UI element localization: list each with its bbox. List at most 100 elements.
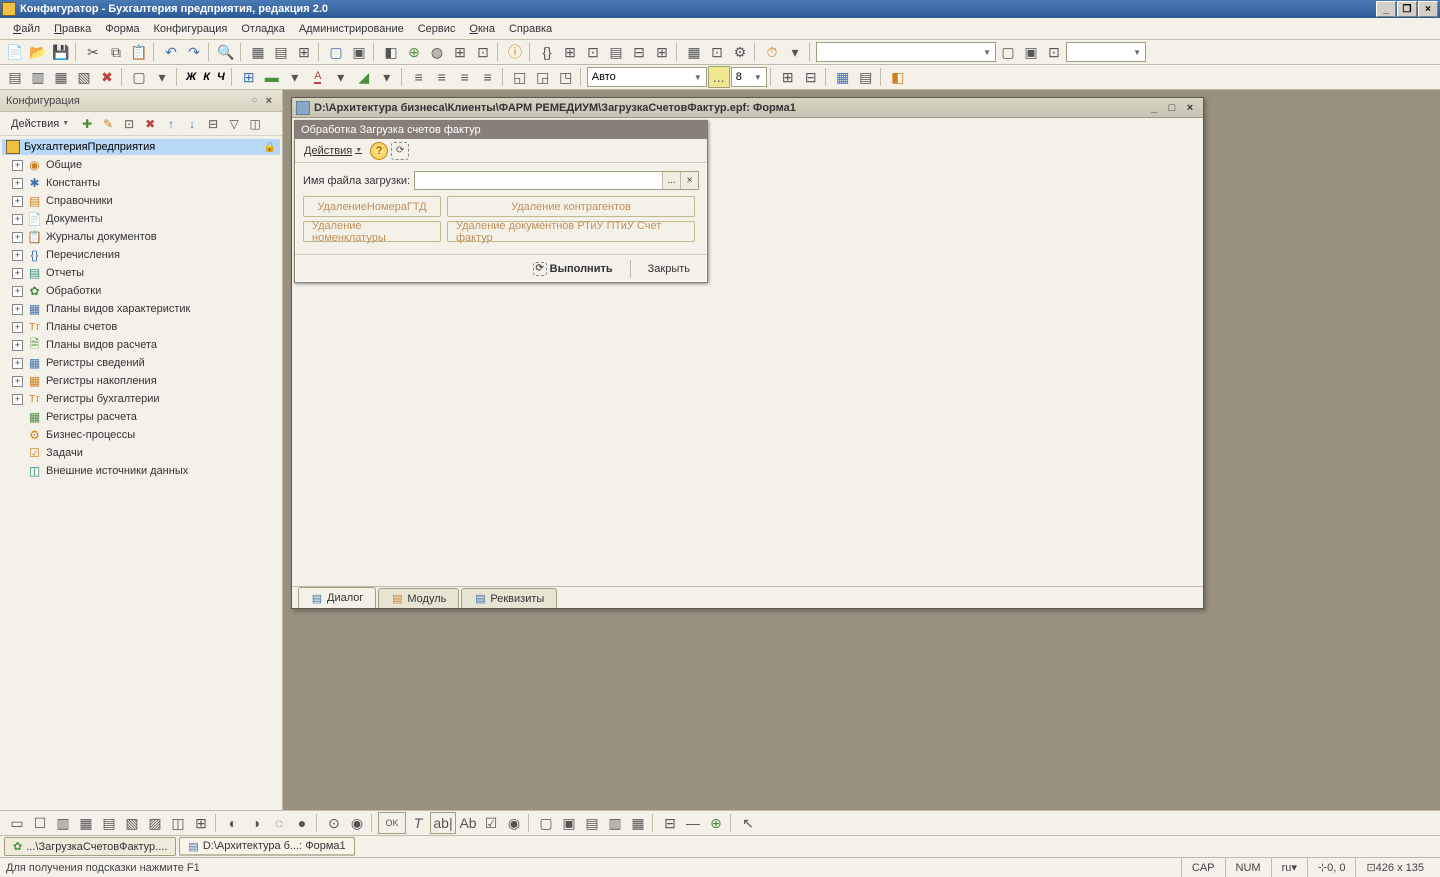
- tb-btn-13[interactable]: ⊡: [582, 41, 604, 63]
- tree-item-info-regs[interactable]: +▦Регистры сведений: [2, 354, 280, 372]
- paste-icon[interactable]: 📋: [128, 41, 150, 63]
- tb-btn-14[interactable]: ▤: [605, 41, 627, 63]
- tree-item-accum-regs[interactable]: +▦Регистры накопления: [2, 372, 280, 390]
- font-btn[interactable]: ...: [708, 66, 730, 88]
- form-max-button[interactable]: □: [1163, 100, 1181, 116]
- fe-18[interactable]: ▤: [581, 812, 603, 834]
- help-icon[interactable]: ⓘ: [504, 41, 526, 63]
- tb-btn-17[interactable]: ▦: [683, 41, 705, 63]
- fe-4[interactable]: ▦: [75, 812, 97, 834]
- tree-item-business-proc[interactable]: ⚙Бизнес-процессы: [2, 426, 280, 444]
- delete-contractors-button[interactable]: Удаление контрагентов: [447, 196, 695, 217]
- cut-icon[interactable]: ✂: [82, 41, 104, 63]
- fe-17[interactable]: ▣: [558, 812, 580, 834]
- tree-item-external-data[interactable]: ◫Внешние источники данных: [2, 462, 280, 480]
- tree-item-reports[interactable]: +▤Отчеты: [2, 264, 280, 282]
- fe-21[interactable]: ⊟: [659, 812, 681, 834]
- fe-10[interactable]: ◐: [222, 812, 244, 834]
- tb-combo-2[interactable]: ▼: [1066, 42, 1146, 62]
- filter-icon[interactable]: ▽: [224, 114, 244, 134]
- menu-file[interactable]: Файл: [6, 21, 47, 37]
- tb-btn-15[interactable]: ⊟: [628, 41, 650, 63]
- fe-label[interactable]: Ab: [457, 812, 479, 834]
- tree-item-calc-regs[interactable]: ▦Регистры расчета: [2, 408, 280, 426]
- copy-icon[interactable]: ⧉: [105, 41, 127, 63]
- menu-config[interactable]: Конфигурация: [147, 21, 235, 37]
- tree-item-processors[interactable]: +✿Обработки: [2, 282, 280, 300]
- tb-btn-22[interactable]: ▢: [997, 41, 1019, 63]
- fe-radio[interactable]: ◉: [503, 812, 525, 834]
- tab-props[interactable]: ▤Реквизиты: [461, 588, 557, 608]
- form-min-button[interactable]: _: [1145, 100, 1163, 116]
- panel-close-icon[interactable]: ×: [262, 95, 276, 107]
- task-item-1[interactable]: ✿...\ЗагрузкаСчетовФактур....: [4, 837, 176, 856]
- find-icon[interactable]: 🔍: [215, 41, 237, 63]
- form-help-icon[interactable]: ?: [370, 142, 388, 160]
- tb-btn-3[interactable]: ⊞: [293, 41, 315, 63]
- close-button[interactable]: Закрыть: [637, 258, 701, 279]
- tb-btn-2[interactable]: ▤: [270, 41, 292, 63]
- fill-color-icon[interactable]: ◢: [353, 66, 375, 88]
- fe-8[interactable]: ◫: [167, 812, 189, 834]
- file-clear-button[interactable]: ×: [680, 172, 698, 189]
- calc-icon[interactable]: ⊟: [800, 66, 822, 88]
- underline-icon[interactable]: Ч: [217, 71, 225, 83]
- menu-help[interactable]: Справка: [502, 21, 559, 37]
- tree-item-enums[interactable]: +{}Перечисления: [2, 246, 280, 264]
- fe-23[interactable]: ⊕: [705, 812, 727, 834]
- tb-btn-1[interactable]: ▦: [247, 41, 269, 63]
- tb-combo-1[interactable]: ▼: [816, 42, 996, 62]
- tree-item-char-plans[interactable]: +▦Планы видов характеристик: [2, 300, 280, 318]
- tb-btn-5[interactable]: ▣: [348, 41, 370, 63]
- fmt-dropdown[interactable]: ▾: [151, 66, 173, 88]
- fmt-3[interactable]: ▦: [50, 66, 72, 88]
- up-icon[interactable]: ↑: [161, 114, 181, 134]
- menu-service[interactable]: Сервис: [411, 21, 463, 37]
- fe-12[interactable]: ◌: [268, 812, 290, 834]
- open-icon[interactable]: 📂: [27, 41, 49, 63]
- fe-13[interactable]: ●: [291, 812, 313, 834]
- tb-btn-9[interactable]: ⊞: [449, 41, 471, 63]
- fe-19[interactable]: ▥: [604, 812, 626, 834]
- italic-icon[interactable]: К: [203, 71, 210, 83]
- fmt-12[interactable]: ▦: [832, 66, 854, 88]
- fe-9[interactable]: ⊞: [190, 812, 212, 834]
- minimize-button[interactable]: _: [1376, 1, 1396, 17]
- fmt-10[interactable]: ◳: [555, 66, 577, 88]
- fe-11[interactable]: ◑: [245, 812, 267, 834]
- menu-windows[interactable]: Окна: [462, 21, 502, 37]
- tree-item-documents[interactable]: +📄Документы: [2, 210, 280, 228]
- tb-btn-16[interactable]: ⊞: [651, 41, 673, 63]
- tree-item-common[interactable]: +◉Общие: [2, 156, 280, 174]
- fmt-6[interactable]: ▢: [128, 66, 150, 88]
- fe-7[interactable]: ▨: [144, 812, 166, 834]
- bold-icon[interactable]: Ж: [186, 71, 196, 83]
- menu-debug[interactable]: Отладка: [234, 21, 291, 37]
- menu-form[interactable]: Форма: [98, 21, 146, 37]
- fe-14[interactable]: ⊙: [323, 812, 345, 834]
- form-execute-icon[interactable]: ⟳: [391, 142, 409, 160]
- tree-root[interactable]: БухгалтерияПредприятия 🔒: [2, 139, 280, 155]
- form-actions-button[interactable]: Действия▼: [299, 142, 367, 160]
- tree-item-catalogs[interactable]: +▤Справочники: [2, 192, 280, 210]
- sort-icon[interactable]: ⊟: [203, 114, 223, 134]
- fmt-2[interactable]: ▥: [27, 66, 49, 88]
- tree-item-account-plans[interactable]: +ТтПланы счетов: [2, 318, 280, 336]
- fmt-14[interactable]: ◧: [887, 66, 909, 88]
- tb-btn-12[interactable]: ⊞: [559, 41, 581, 63]
- menu-edit[interactable]: Правка: [47, 21, 98, 37]
- execute-button[interactable]: ⟳ Выполнить: [522, 258, 624, 279]
- menu-admin[interactable]: Администрирование: [292, 21, 411, 37]
- fmt-11[interactable]: ⊞: [777, 66, 799, 88]
- fmt-8[interactable]: ◱: [509, 66, 531, 88]
- tb-btn-24[interactable]: ⊡: [1043, 41, 1065, 63]
- undo-icon[interactable]: ↶: [160, 41, 182, 63]
- fe-select[interactable]: ↖: [737, 812, 759, 834]
- delete-documents-button[interactable]: Удаление документнов РТиУ ПТиУ Счет факт…: [447, 221, 695, 242]
- tab-dialog[interactable]: ▤Диалог: [298, 587, 376, 608]
- file-input[interactable]: [415, 172, 662, 189]
- tree-item-journals[interactable]: +📋Журналы документов: [2, 228, 280, 246]
- delete-nomenclature-button[interactable]: Удаление номенклатуры: [303, 221, 441, 242]
- down-icon[interactable]: ↓: [182, 114, 202, 134]
- fmt-4[interactable]: ▧: [73, 66, 95, 88]
